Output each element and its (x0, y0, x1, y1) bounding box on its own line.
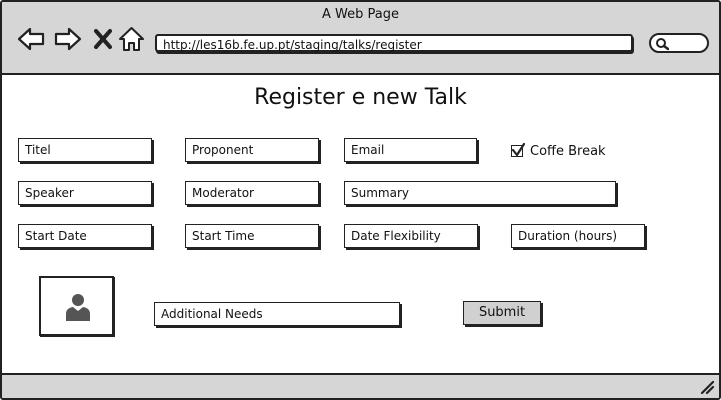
date-flexibility-field[interactable]: Date Flexibility (344, 224, 478, 248)
browser-toolbar: A Web Page http://les16b.fe.up.pt/stagin… (2, 2, 719, 75)
additional-needs-field[interactable]: Additional Needs (154, 302, 400, 326)
stop-icon[interactable] (91, 24, 115, 54)
start-time-field[interactable]: Start Time (185, 224, 319, 248)
coffee-break-label: Coffe Break (530, 143, 606, 159)
forward-arrow-icon[interactable] (53, 24, 83, 54)
window-title: A Web Page (322, 7, 399, 22)
speaker-field[interactable]: Speaker (18, 181, 152, 205)
email-field[interactable]: Email (344, 138, 477, 162)
avatar-image-placeholder[interactable] (39, 276, 114, 336)
search-field[interactable] (649, 33, 709, 53)
resize-grip-icon[interactable] (699, 379, 715, 395)
submit-button[interactable]: Submit (463, 301, 541, 325)
status-bar (2, 373, 719, 398)
user-icon (66, 294, 90, 321)
browser-window: A Web Page http://les16b.fe.up.pt/stagin… (0, 0, 721, 400)
start-date-field[interactable]: Start Date (18, 224, 152, 248)
home-icon[interactable] (118, 24, 145, 54)
moderator-field[interactable]: Moderator (185, 181, 319, 205)
coffee-break-checkbox[interactable] (511, 143, 525, 157)
summary-field[interactable]: Summary (344, 181, 616, 205)
check-icon (511, 143, 525, 157)
coffee-break-checkbox-group[interactable]: Coffe Break (511, 142, 606, 160)
back-arrow-icon[interactable] (16, 24, 46, 54)
page-title: Register e new Talk (254, 85, 467, 110)
search-icon (656, 38, 669, 51)
titel-field[interactable]: Titel (18, 138, 152, 162)
address-bar[interactable]: http://les16b.fe.up.pt/staging/talks/reg… (155, 34, 633, 52)
proponent-field[interactable]: Proponent (185, 138, 319, 162)
duration-field[interactable]: Duration (hours) (511, 224, 645, 248)
